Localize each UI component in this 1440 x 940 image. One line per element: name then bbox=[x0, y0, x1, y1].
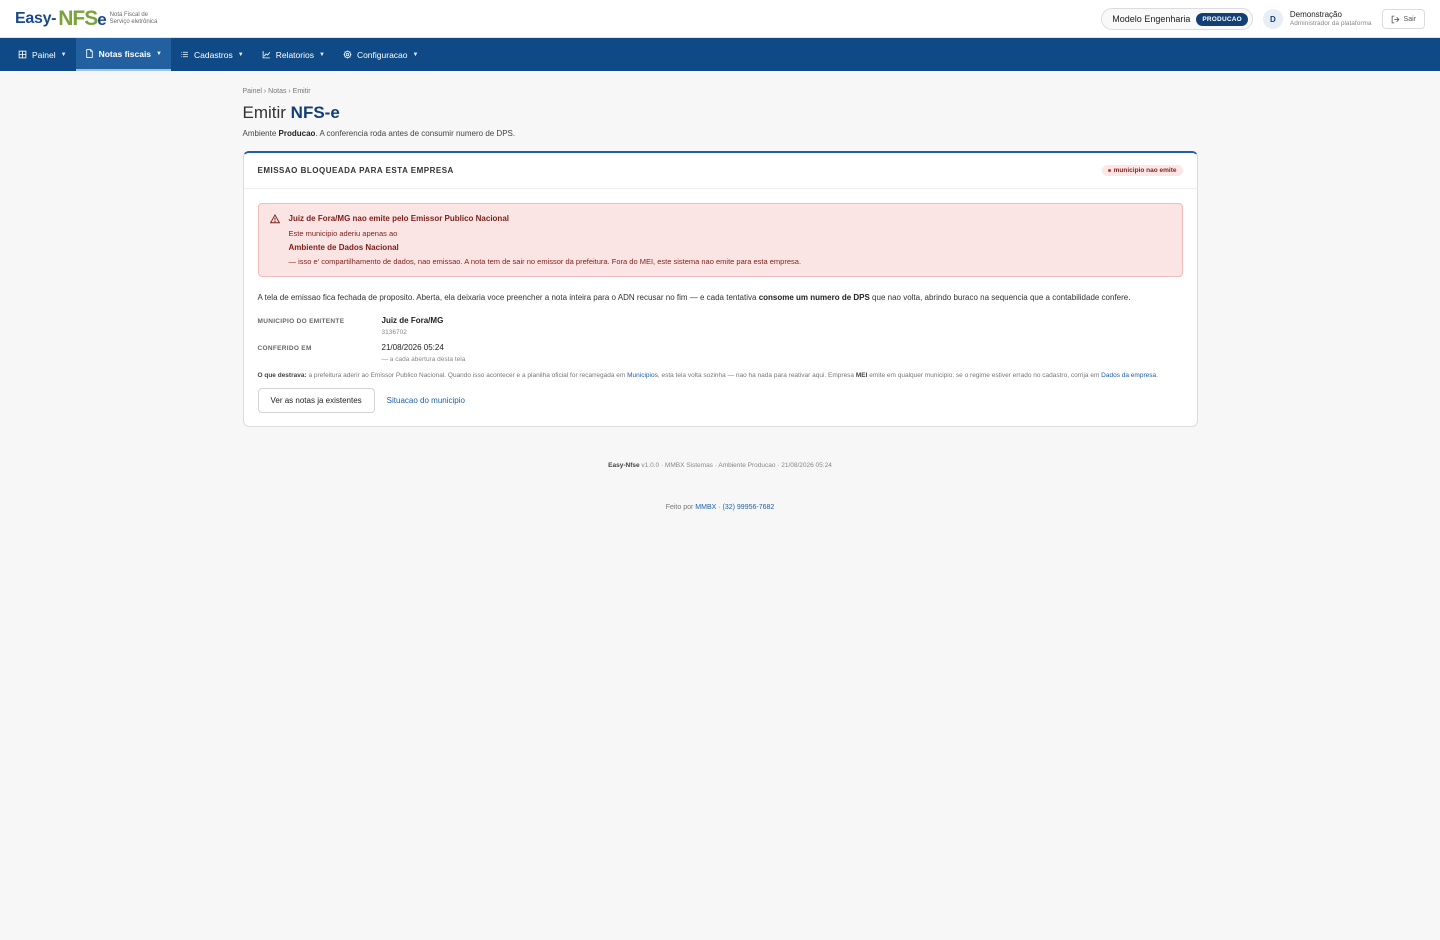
conferido-row: CONFERIDO EM 21/08/2026 05:24 — a cada a… bbox=[258, 343, 1183, 363]
gear-icon bbox=[343, 50, 352, 59]
app-logo[interactable]: Easy- NFSe Nota Fiscal de Serviço eletrô… bbox=[15, 7, 162, 31]
logo-text-nfs: NFSe bbox=[58, 6, 107, 30]
municipio-value: Juiz de Fora/MG bbox=[381, 315, 444, 325]
municipio-label: MUNICIPIO DO EMITENTE bbox=[257, 317, 345, 325]
top-header: Easy- NFSe Nota Fiscal de Serviço eletrô… bbox=[0, 0, 1440, 38]
logo-subtitle: Nota Fiscal de Serviço eletrônica bbox=[109, 11, 158, 25]
phone-link[interactable]: (32) 99956-7682 bbox=[723, 504, 775, 511]
alert-title: Juiz de Fora/MG nao emite pelo Emissor P… bbox=[288, 214, 510, 223]
alert-text: Este municipio aderiu apenas ao bbox=[288, 229, 398, 238]
municipios-link[interactable]: Municipios bbox=[627, 372, 658, 379]
conferido-label: CONFERIDO EM bbox=[257, 344, 312, 352]
chart-icon bbox=[262, 51, 270, 59]
chevron-down-icon: ▼ bbox=[318, 51, 325, 58]
page-title: Emitir NFS-e bbox=[242, 103, 340, 122]
warning-icon bbox=[269, 214, 280, 224]
user-role: Administrador da plataforma bbox=[1289, 20, 1372, 27]
alert-detail: — isso e' compartilhamento de dados, nao… bbox=[288, 257, 802, 266]
main-content: Painel › Notas › Emitir Emitir NFS-e Amb… bbox=[242, 71, 1198, 511]
card-actions: Ver as notas ja existentes Situacao do m… bbox=[257, 388, 1183, 413]
card-header: EMISSAO BLOQUEADA PARA ESTA EMPRESA muni… bbox=[243, 153, 1197, 189]
nav-painel-label: Painel bbox=[32, 49, 56, 60]
chevron-down-icon: ▼ bbox=[60, 51, 67, 58]
list-icon bbox=[181, 51, 188, 58]
footer-credits: Feito por MMBX · (32) 99956-7682 bbox=[665, 504, 775, 511]
unlock-hint: O que destrava: a prefeitura aderir ao E… bbox=[257, 371, 1158, 379]
company-name: Modelo Engenharia bbox=[1112, 14, 1191, 24]
environment-badge: PRODUCAO bbox=[1196, 12, 1248, 26]
breadcrumb: Painel › Notas › Emitir bbox=[242, 88, 311, 95]
municipio-code: 3136702 bbox=[381, 328, 407, 336]
grid-icon bbox=[18, 50, 27, 59]
logo-text-easy: Easy- bbox=[15, 9, 57, 27]
document-icon bbox=[85, 49, 93, 58]
conferido-value: 21/08/2026 05:24 bbox=[381, 342, 444, 352]
nav-painel[interactable]: Painel ▼ bbox=[9, 38, 76, 71]
conferido-sub: — a cada abertura desta tela bbox=[381, 355, 466, 363]
explanation-paragraph: A tela de emissao fica fechada de propos… bbox=[257, 293, 1131, 302]
blocked-emission-card: EMISSAO BLOQUEADA PARA ESTA EMPRESA muni… bbox=[242, 151, 1198, 427]
nav-configuracao-label: Configuracao bbox=[356, 49, 408, 60]
logout-button[interactable]: Sair bbox=[1381, 9, 1425, 29]
municipio-status-link[interactable]: Situacao do municipio bbox=[387, 396, 465, 405]
avatar: D bbox=[1262, 9, 1283, 29]
chevron-down-icon: ▼ bbox=[156, 50, 162, 57]
nav-configuracao[interactable]: Configuracao ▼ bbox=[334, 38, 428, 71]
user-menu[interactable]: D Demonstração Administrador da platafor… bbox=[1262, 9, 1372, 29]
alert-emphasis: Ambiente de Dados Nacional bbox=[288, 243, 399, 252]
nav-notas-fiscais[interactable]: Notas fiscais ▼ bbox=[75, 38, 171, 71]
footer-version: Easy-Nfse v1.0.0 · MMBX Sistemas · Ambie… bbox=[608, 462, 832, 469]
chevron-down-icon: ▼ bbox=[237, 51, 244, 58]
nav-notas-label: Notas fiscais bbox=[98, 48, 152, 59]
logout-label: Sair bbox=[1403, 15, 1416, 23]
details-list: MUNICIPIO DO EMITENTE Juiz de Fora/MG 31… bbox=[258, 316, 1183, 363]
main-nav: Painel ▼ Notas fiscais ▼ Cadastros ▼ Rel… bbox=[0, 38, 1440, 71]
company-selector[interactable]: Modelo Engenharia PRODUCAO bbox=[1101, 8, 1253, 30]
nav-cadastros-label: Cadastros bbox=[194, 49, 233, 60]
municipio-row: MUNICIPIO DO EMITENTE Juiz de Fora/MG 31… bbox=[258, 316, 1183, 336]
nav-relatorios-label: Relatorios bbox=[275, 49, 314, 60]
status-badge: municipio nao emite bbox=[1101, 165, 1183, 176]
nav-cadastros[interactable]: Cadastros ▼ bbox=[171, 38, 253, 71]
user-name: Demonstração bbox=[1289, 10, 1342, 19]
error-alert: Juiz de Fora/MG nao emite pelo Emissor P… bbox=[257, 203, 1183, 277]
nav-relatorios[interactable]: Relatorios ▼ bbox=[253, 38, 334, 71]
dados-empresa-link[interactable]: Dados da empresa bbox=[1101, 372, 1156, 379]
vendor-link[interactable]: MMBX bbox=[695, 504, 716, 511]
view-existing-notes-button[interactable]: Ver as notas ja existentes bbox=[257, 388, 375, 413]
logout-icon bbox=[1391, 15, 1400, 23]
page-subtitle: Ambiente Producao. A conferencia roda an… bbox=[242, 129, 516, 138]
chevron-down-icon: ▼ bbox=[412, 51, 419, 58]
card-title: EMISSAO BLOQUEADA PARA ESTA EMPRESA bbox=[257, 166, 454, 175]
